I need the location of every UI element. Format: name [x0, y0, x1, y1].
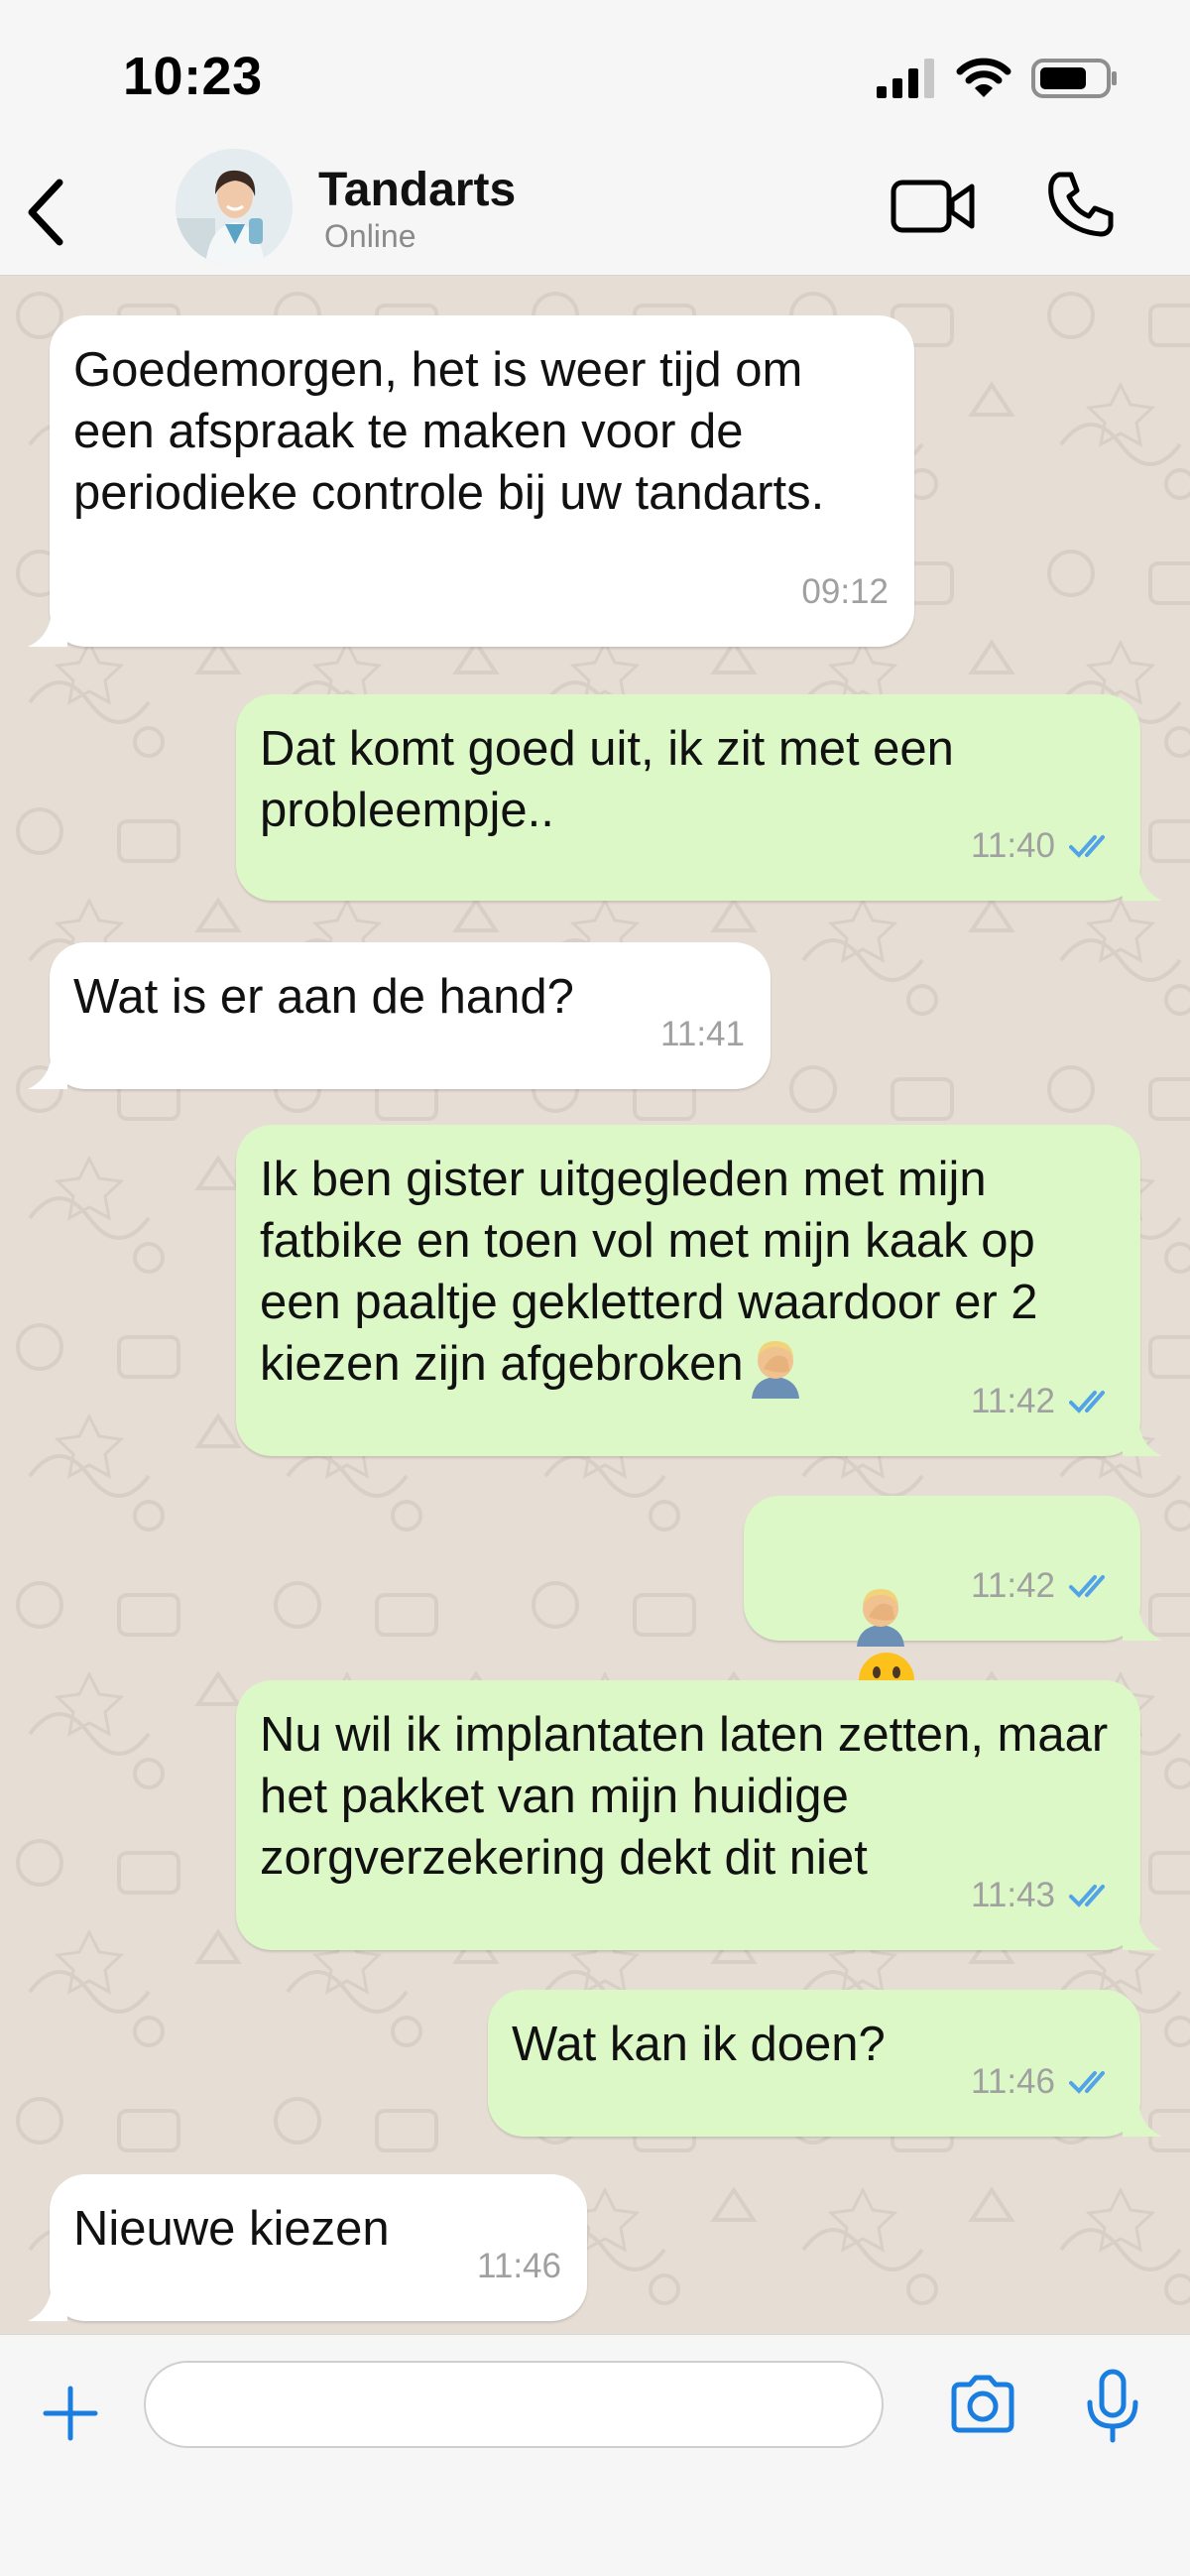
- message-time: 11:42: [971, 1566, 1055, 1605]
- facepalm-emoji: [856, 1589, 904, 1648]
- facepalm-emoji: [751, 1341, 799, 1400]
- bubble-tail: [28, 611, 67, 647]
- message-text: Nu wil ik implantaten laten zetten, maar…: [260, 1708, 1122, 1885]
- double-check-read-icon: [1069, 835, 1105, 858]
- message-text-content: Ik ben gister uitgegleden met mijn fatbi…: [260, 1153, 1052, 1391]
- message-time: 11:42: [971, 1382, 1055, 1420]
- message-time: 11:46: [477, 2247, 561, 2285]
- status-icons: [877, 56, 1119, 101]
- contact-name[interactable]: Tandarts: [318, 163, 516, 217]
- message-text: Wat is er aan de hand?: [73, 970, 574, 1024]
- input-bar: [0, 2334, 1190, 2576]
- message-bubble-outgoing[interactable]: Dat komt goed uit, ik zit met een proble…: [236, 694, 1162, 901]
- chat-area[interactable]: Goedemorgen, het is weer tijd om een afs…: [0, 276, 1190, 2334]
- bubble-tail: [1123, 1605, 1162, 1641]
- message-text: Ik ben gister uitgegleden met mijn fatbi…: [260, 1149, 1111, 1400]
- status-bar: 10:23: [0, 0, 1190, 149]
- bubble-tail: [1123, 2101, 1162, 2137]
- chat-header: Tandarts Online: [0, 149, 1190, 276]
- bubble-tail: [1123, 1420, 1162, 1456]
- bubble-tail: [1123, 1914, 1162, 1950]
- message-bubble-outgoing[interactable]: Wat kan ik doen? 11:46: [488, 1990, 1162, 2137]
- avatar[interactable]: [176, 149, 293, 266]
- double-check-read-icon: [1069, 1391, 1105, 1413]
- camera-icon[interactable]: [948, 2375, 1017, 2434]
- message-bubble-incoming[interactable]: Nieuwe kiezen 11:46: [28, 2174, 587, 2321]
- plus-icon[interactable]: [42, 2385, 99, 2442]
- message-time: 11:41: [660, 1015, 745, 1053]
- message-bubble-outgoing[interactable]: Ik ben gister uitgegleden met mijn fatbi…: [236, 1125, 1162, 1456]
- double-check-read-icon: [1069, 1885, 1105, 1907]
- wifi-icon: [956, 58, 1012, 97]
- video-call-icon[interactable]: [891, 177, 976, 236]
- phone-icon[interactable]: [1045, 169, 1117, 240]
- message-input[interactable]: [144, 2361, 884, 2448]
- dentist-avatar-picture: [176, 149, 293, 266]
- double-check-read-icon: [1069, 2071, 1105, 2094]
- signal-icon: [877, 59, 934, 98]
- contact-status: Online: [324, 218, 416, 254]
- message-bubble-incoming[interactable]: Wat is er aan de hand? 11:41: [28, 942, 771, 1089]
- message-text: Goedemorgen, het is weer tijd om een afs…: [73, 343, 825, 520]
- microphone-icon[interactable]: [1085, 2369, 1140, 2444]
- bubble-tail: [28, 1053, 67, 1089]
- message-time: 11:43: [971, 1876, 1055, 1914]
- bubble-tail: [28, 2285, 67, 2321]
- back-chevron-icon[interactable]: [22, 177, 71, 248]
- message-bubble-incoming[interactable]: Goedemorgen, het is weer tijd om een afs…: [28, 315, 914, 647]
- message-bubble-outgoing[interactable]: Nu wil ik implantaten laten zetten, maar…: [236, 1680, 1162, 1950]
- message-time: 09:12: [801, 572, 889, 611]
- message-bubble-outgoing[interactable]: 11:42: [744, 1496, 1162, 1709]
- message-time: 11:40: [971, 826, 1055, 865]
- battery-icon: [1031, 59, 1117, 98]
- status-time: 10:23: [123, 47, 263, 106]
- message-time: 11:46: [971, 2062, 1055, 2101]
- double-check-read-icon: [1069, 1575, 1105, 1598]
- bubble-tail: [1123, 865, 1162, 901]
